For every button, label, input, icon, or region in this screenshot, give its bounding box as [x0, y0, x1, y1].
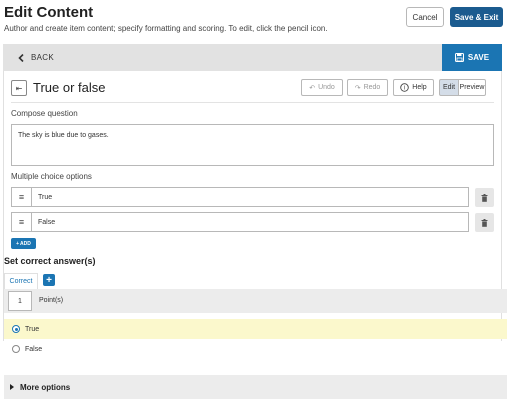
- page-title: Edit Content: [4, 4, 94, 21]
- help-button[interactable]: i Help: [393, 79, 434, 96]
- more-options-toggle[interactable]: More options: [4, 375, 507, 399]
- chevron-left-icon: [18, 53, 24, 62]
- multiple-choice-label: Multiple choice options: [11, 172, 92, 181]
- undo-button[interactable]: ↶ Undo: [301, 79, 343, 96]
- add-label: ADD: [20, 240, 31, 247]
- editor-toolbar: [3, 44, 502, 71]
- plus-icon: +: [16, 240, 20, 247]
- drag-handle-icon[interactable]: ≡: [12, 213, 32, 231]
- compose-question-editor[interactable]: The sky is blue due to gases.: [11, 124, 494, 166]
- answer-option-true[interactable]: True: [4, 319, 507, 339]
- undo-icon: ↶: [309, 84, 316, 92]
- points-bar: [4, 289, 507, 313]
- preview-mode-toggle[interactable]: Preview: [458, 79, 486, 96]
- answer-option-false[interactable]: False: [4, 339, 507, 359]
- points-input[interactable]: 1: [8, 291, 32, 311]
- drag-handle-icon[interactable]: ≡: [12, 188, 32, 206]
- page-subtitle: Author and create item content; specify …: [4, 24, 328, 33]
- redo-button[interactable]: ↷ Redo: [347, 79, 388, 96]
- back-button[interactable]: BACK: [18, 53, 54, 62]
- save-label: SAVE: [467, 53, 490, 62]
- edit-mode-toggle[interactable]: Edit: [439, 79, 459, 96]
- plus-icon: +: [46, 274, 52, 286]
- redo-icon: ↷: [354, 84, 361, 92]
- question-type-title: True or false: [33, 80, 106, 95]
- caret-right-icon: [10, 384, 14, 390]
- radio-selected[interactable]: [12, 325, 20, 333]
- delete-option-button[interactable]: [475, 188, 494, 207]
- answer-option-label: True: [25, 325, 40, 333]
- add-option-button[interactable]: + ADD: [11, 238, 36, 249]
- save-and-exit-button[interactable]: Save & Exit: [450, 7, 503, 27]
- points-label: Point(s): [39, 297, 64, 304]
- redo-label: Redo: [363, 84, 381, 91]
- divider: [11, 102, 494, 103]
- save-icon: [454, 53, 464, 62]
- more-options-label: More options: [20, 382, 71, 392]
- option-text[interactable]: True: [32, 188, 52, 206]
- option-row: ≡ False: [11, 212, 469, 232]
- svg-text:i: i: [404, 86, 405, 92]
- trash-icon: [481, 218, 488, 227]
- trash-icon: [481, 193, 488, 202]
- delete-option-button[interactable]: [475, 213, 494, 232]
- correct-answer-title: Set correct answer(s): [4, 256, 96, 266]
- help-icon: i: [400, 83, 410, 92]
- help-label: Help: [412, 84, 427, 91]
- save-button[interactable]: SAVE: [442, 44, 502, 71]
- collapse-icon: ⇤: [15, 83, 23, 93]
- back-label: BACK: [31, 53, 54, 62]
- answer-option-label: False: [25, 345, 43, 353]
- undo-label: Undo: [318, 84, 335, 91]
- cancel-button[interactable]: Cancel: [406, 7, 444, 27]
- radio-unselected[interactable]: [12, 345, 20, 353]
- add-alternate-answer-button[interactable]: +: [43, 274, 55, 286]
- tab-correct[interactable]: Correct: [4, 273, 38, 289]
- option-row: ≡ True: [11, 187, 469, 207]
- collapse-panel-button[interactable]: ⇤: [11, 80, 27, 96]
- option-text[interactable]: False: [32, 213, 55, 231]
- compose-question-label: Compose question: [11, 109, 78, 118]
